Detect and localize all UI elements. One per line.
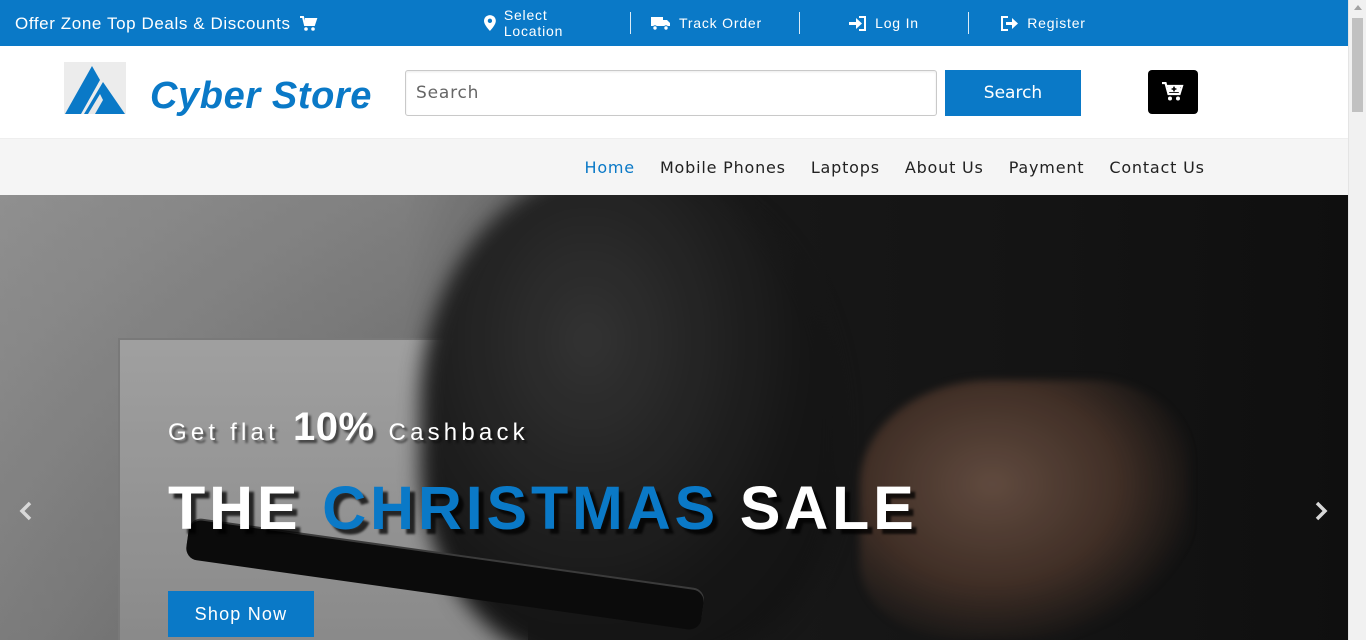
log-in-label: Log In <box>875 15 919 31</box>
nav-item-laptops[interactable]: Laptops <box>798 158 892 177</box>
offer-zone[interactable]: Offer Zone Top Deals & Discounts <box>15 14 318 34</box>
cart-button[interactable] <box>1148 70 1198 114</box>
offer-text: Offer Zone Top Deals & Discounts <box>15 14 291 33</box>
site-header: Cyber Store Search <box>0 46 1348 138</box>
sign-in-icon <box>849 15 867 31</box>
search-input[interactable] <box>405 70 937 116</box>
track-order-label: Track Order <box>679 15 762 31</box>
select-location-label: Select Location <box>503 7 564 39</box>
hero-title: THE CHRISTMAS SALE <box>168 473 918 543</box>
nav-item-mobile-phones[interactable]: Mobile Phones <box>647 158 798 177</box>
hero-subtitle: Get flat 10% Cashback <box>168 405 529 450</box>
truck-icon <box>651 16 670 31</box>
shop-now-button[interactable]: Shop Now <box>168 591 314 637</box>
nav-item-home[interactable]: Home <box>572 158 647 177</box>
hero-sub-percent: 10% <box>292 405 375 449</box>
carousel-prev-button[interactable] <box>19 501 33 527</box>
map-marker-icon <box>484 15 496 31</box>
scroll-up-arrow[interactable] <box>1354 5 1362 10</box>
hero-sub-suffix: Cashback <box>388 419 529 446</box>
search-button[interactable]: Search <box>945 70 1081 116</box>
brand-name[interactable]: Cyber Store <box>150 75 372 118</box>
nav-item-contact-us[interactable]: Contact Us <box>1097 158 1217 177</box>
select-location-link[interactable]: Select Location <box>462 7 630 39</box>
cart-plus-icon <box>1162 82 1184 101</box>
nav-item-about-us[interactable]: About Us <box>892 158 996 177</box>
hero-title-part2: SALE <box>739 474 918 542</box>
hero-carousel: Get flat 10% Cashback THE CHRISTMAS SALE… <box>0 195 1348 640</box>
page-scrollbar[interactable] <box>1348 0 1366 640</box>
chevron-left-icon <box>19 501 32 521</box>
hero-sub-prefix: Get flat <box>168 419 279 446</box>
hero-title-highlight: CHRISTMAS <box>322 474 719 542</box>
register-link[interactable]: Register <box>968 12 1118 34</box>
track-order-link[interactable]: Track Order <box>630 12 799 34</box>
cart-icon <box>299 16 317 31</box>
carousel-next-button[interactable] <box>1314 501 1328 527</box>
nav-item-payment[interactable]: Payment <box>996 158 1097 177</box>
register-label: Register <box>1027 15 1086 31</box>
logo-icon[interactable] <box>64 62 126 114</box>
top-links: Select Location Track Order Log In Regis… <box>462 7 1118 39</box>
sign-out-icon <box>1001 15 1019 31</box>
log-in-link[interactable]: Log In <box>799 12 968 34</box>
top-bar: Offer Zone Top Deals & Discounts Select … <box>0 0 1348 46</box>
hero-title-part1: THE <box>168 474 302 542</box>
main-nav: Home Mobile Phones Laptops About Us Paym… <box>0 138 1348 195</box>
chevron-right-icon <box>1315 501 1328 521</box>
scrollbar-thumb[interactable] <box>1352 18 1363 112</box>
